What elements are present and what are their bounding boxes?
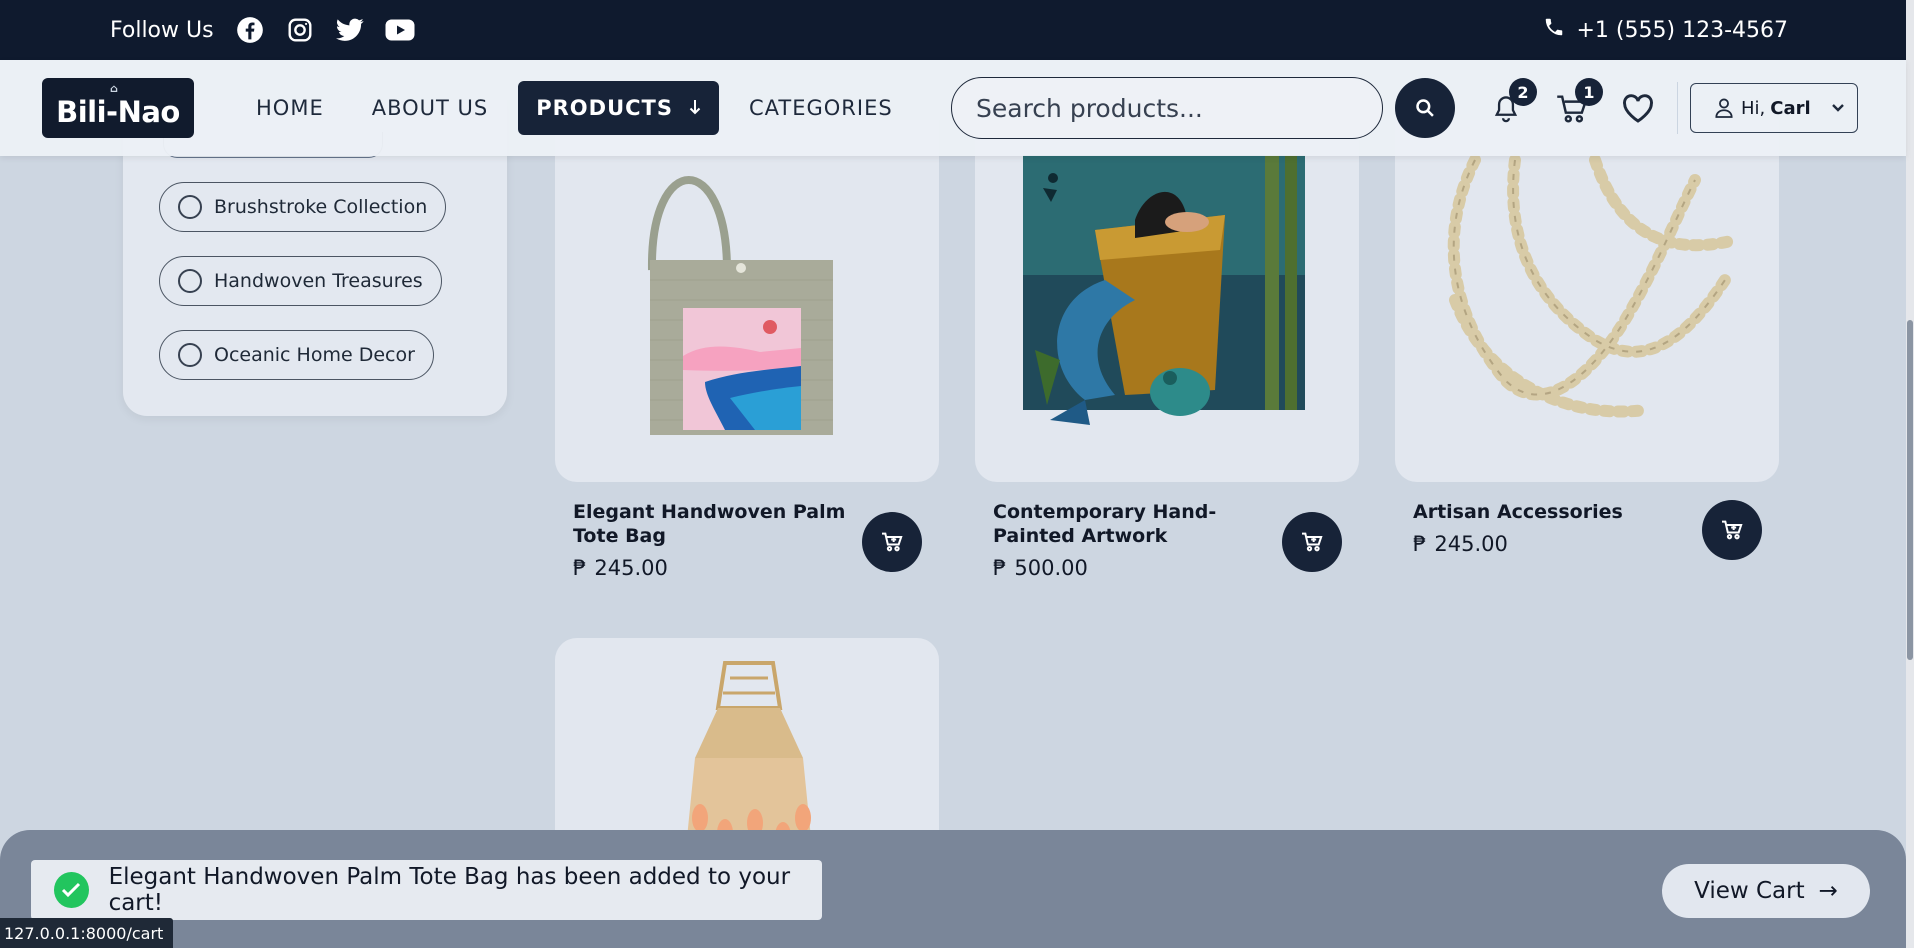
nav-products-label: PRODUCTS <box>536 96 673 120</box>
filter-option-oceanic[interactable]: Oceanic Home Decor <box>159 330 434 380</box>
follow-us-label: Follow Us <box>110 17 214 43</box>
user-name: Carl <box>1770 97 1811 119</box>
header-divider <box>1677 82 1678 134</box>
cart-icon <box>1302 532 1323 552</box>
search-button[interactable] <box>1395 78 1455 138</box>
product-price: ₱ 245.00 <box>573 556 668 580</box>
filter-label: Handwoven Treasures <box>214 270 423 292</box>
price-value: 245.00 <box>1434 532 1508 556</box>
top-bar: Follow Us +1 (555) 123-4567 <box>0 0 1906 60</box>
product-name[interactable]: Artisan Accessories <box>1413 500 1713 524</box>
view-cart-label: View Cart <box>1694 878 1805 904</box>
search-icon <box>1416 99 1434 117</box>
filter-label: Brushstroke Collection <box>214 196 428 218</box>
main-nav: HOME ABOUT US PRODUCTS CATEGORIES <box>238 81 911 135</box>
view-cart-button[interactable]: View Cart → <box>1662 864 1870 918</box>
product-image-shell-necklace[interactable] <box>1395 120 1779 482</box>
cart-button[interactable]: 1 <box>1553 78 1603 128</box>
radio-button[interactable] <box>178 269 202 293</box>
add-to-cart-button[interactable] <box>1282 512 1342 572</box>
arrow-down-icon <box>689 96 701 120</box>
product-name[interactable]: Contemporary Hand-Painted Artwork <box>993 500 1293 548</box>
product-price: ₱ 245.00 <box>1413 532 1508 556</box>
product-image-mermaid-artwork[interactable] <box>975 120 1359 482</box>
follow-us-group: Follow Us <box>110 0 418 60</box>
main-header: ⌂ Bili-Nao HOME ABOUT US PRODUCTS CATEGO… <box>0 60 1906 156</box>
filter-label: Oceanic Home Decor <box>214 344 415 366</box>
logo-text: Bili-Nao <box>56 95 180 129</box>
check-icon <box>54 872 89 908</box>
facebook-icon[interactable] <box>232 12 268 48</box>
notifications-button[interactable]: 2 <box>1487 78 1537 128</box>
instagram-icon[interactable] <box>282 12 318 48</box>
cart-success-toast: Elegant Handwoven Palm Tote Bag has been… <box>31 860 822 920</box>
nav-about-us[interactable]: ABOUT US <box>354 81 507 135</box>
twitter-icon[interactable] <box>332 12 368 48</box>
radio-button[interactable] <box>178 195 202 219</box>
user-menu-button[interactable]: Hi, Carl <box>1690 83 1858 133</box>
phone-number: +1 (555) 123-4567 <box>1576 17 1789 43</box>
chevron-down-icon <box>1831 104 1844 112</box>
product-name[interactable]: Elegant Handwoven Palm Tote Bag <box>573 500 873 548</box>
filter-option-brushstroke[interactable]: Brushstroke Collection <box>159 182 447 232</box>
arrow-right-icon: → <box>1818 878 1838 904</box>
filter-option-handwoven[interactable]: Handwoven Treasures <box>159 256 442 306</box>
youtube-icon[interactable] <box>382 12 418 48</box>
peso-currency-symbol: ₱ <box>1413 532 1427 556</box>
scrollbar-thumb[interactable] <box>1907 320 1913 660</box>
page-scrollbar[interactable] <box>1906 0 1914 948</box>
price-value: 500.00 <box>1014 556 1088 580</box>
toast-message: Elegant Handwoven Palm Tote Bag has been… <box>108 864 791 916</box>
user-icon <box>1715 98 1733 118</box>
radio-button[interactable] <box>178 343 202 367</box>
brand-logo[interactable]: ⌂ Bili-Nao <box>42 78 194 138</box>
logo-house-icon: ⌂ <box>110 82 118 95</box>
wishlist-button[interactable] <box>1619 90 1657 128</box>
peso-currency-symbol: ₱ <box>993 556 1007 580</box>
phone-icon <box>1543 16 1565 44</box>
phone-contact[interactable]: +1 (555) 123-4567 <box>1543 0 1789 60</box>
nav-products[interactable]: PRODUCTS <box>518 81 719 135</box>
nav-categories[interactable]: CATEGORIES <box>731 81 911 135</box>
search-input[interactable] <box>951 77 1383 139</box>
nav-home[interactable]: HOME <box>238 81 342 135</box>
peso-currency-symbol: ₱ <box>573 556 587 580</box>
browser-status-url: 127.0.0.1:8000/cart <box>0 918 174 948</box>
add-to-cart-button[interactable] <box>1702 500 1762 560</box>
product-price: ₱ 500.00 <box>993 556 1088 580</box>
notifications-badge: 2 <box>1509 78 1537 106</box>
heart-icon <box>1623 94 1653 123</box>
cart-icon <box>882 532 903 552</box>
user-greeting: Hi, <box>1741 97 1766 119</box>
add-to-cart-button[interactable] <box>862 512 922 572</box>
price-value: 245.00 <box>594 556 668 580</box>
product-image-tote-bag[interactable] <box>555 120 939 482</box>
cart-badge: 1 <box>1575 78 1603 106</box>
cart-icon <box>1722 520 1743 540</box>
